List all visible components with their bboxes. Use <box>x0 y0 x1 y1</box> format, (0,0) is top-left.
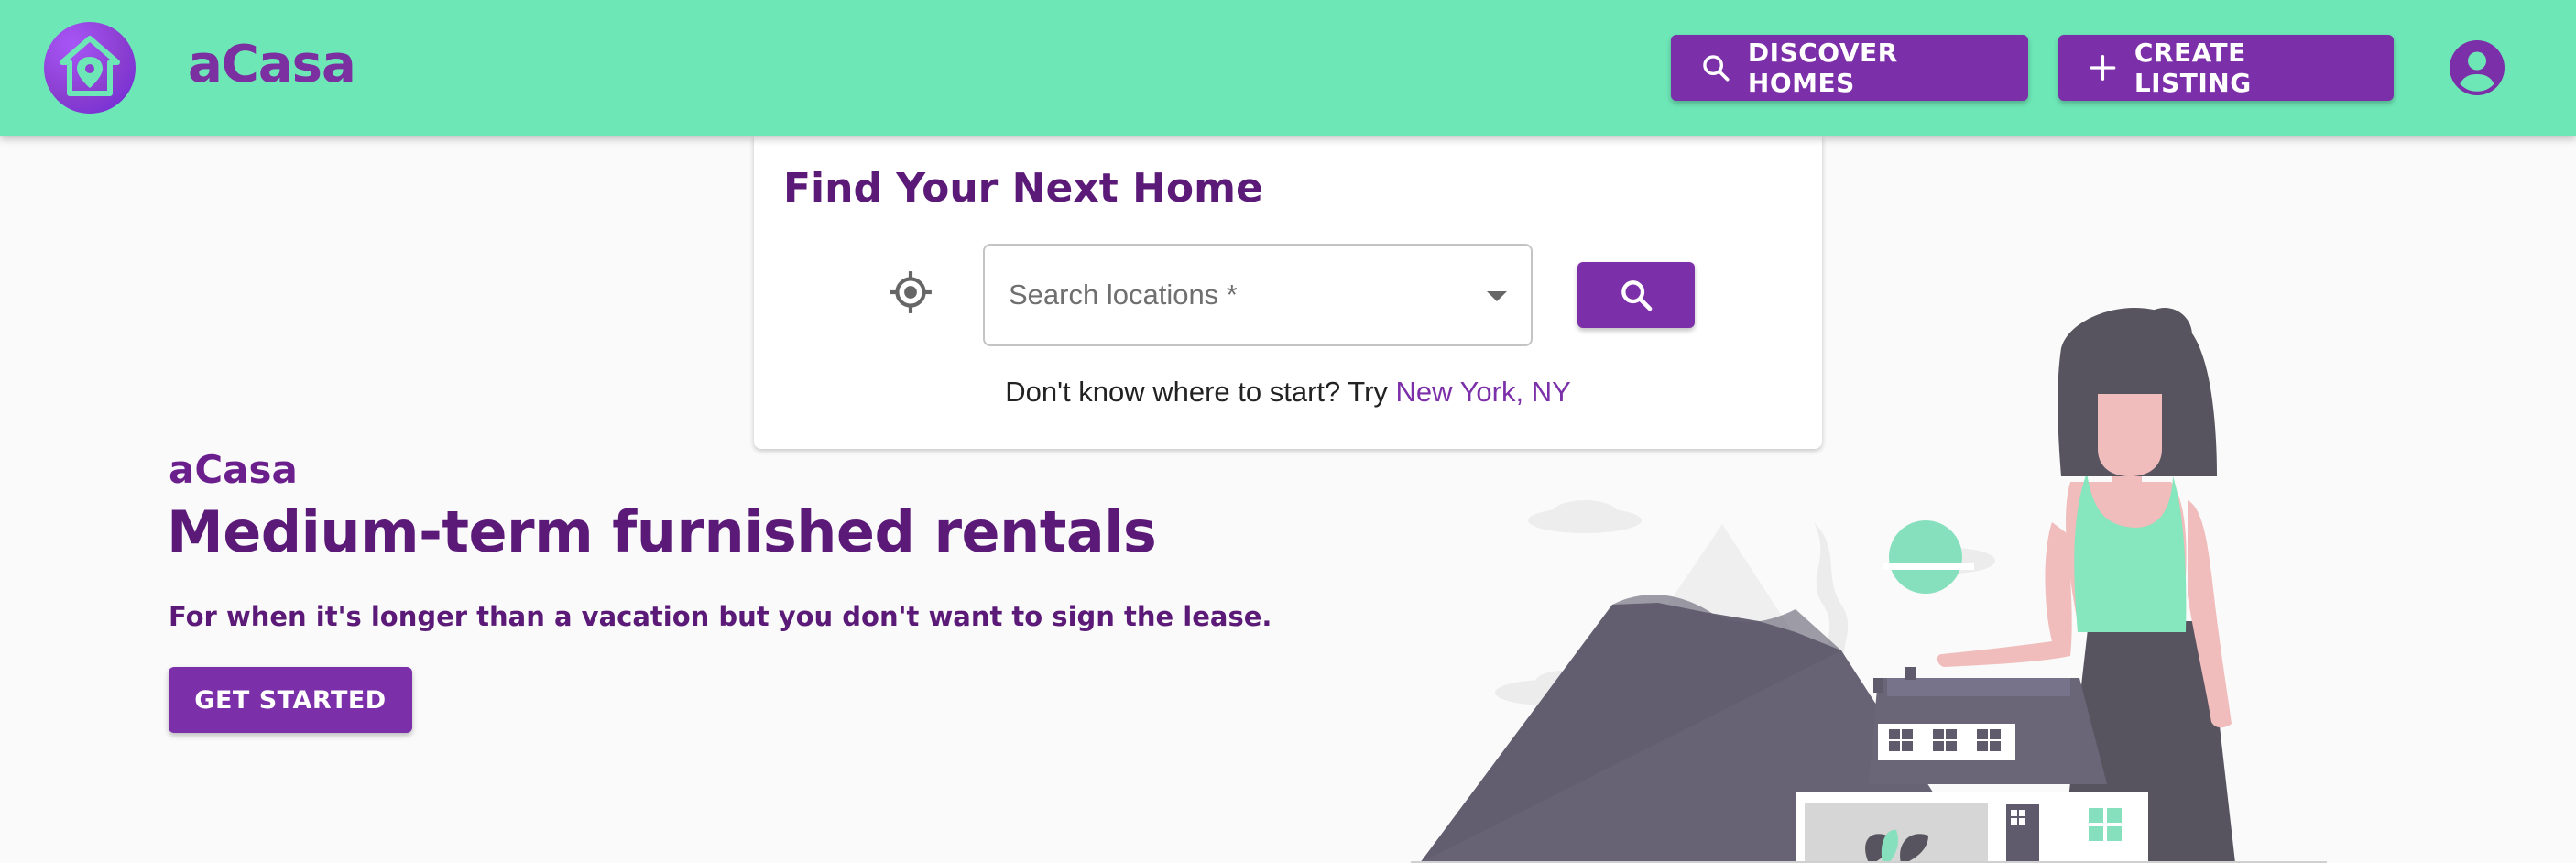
search-hint-text: Don't know where to start? Try <box>1005 376 1396 408</box>
plus-icon <box>2090 55 2116 81</box>
home-pin-icon[interactable] <box>44 22 136 114</box>
search-card-title: Find Your Next Home <box>783 165 1263 212</box>
search-locations-placeholder: Search locations * <box>1009 279 1238 311</box>
hero-title: Medium-term furnished rentals <box>167 498 1157 565</box>
discover-homes-button[interactable]: DISCOVER HOMES <box>1671 35 2028 101</box>
brand-name[interactable]: aCasa <box>188 35 356 94</box>
account-circle-icon[interactable] <box>2450 40 2505 95</box>
discover-homes-label: DISCOVER HOMES <box>1747 38 1898 98</box>
my-location-icon[interactable] <box>888 269 933 315</box>
get-started-button[interactable]: GET STARTED <box>169 667 412 733</box>
hero-subtitle: For when it's longer than a vacation but… <box>169 601 1272 632</box>
hero-illustration <box>1411 308 2327 863</box>
create-listing-label: CREATE LISTING <box>2134 38 2252 98</box>
hero-brand: aCasa <box>169 447 298 492</box>
create-listing-button[interactable]: CREATE LISTING <box>2058 35 2394 101</box>
app-header: aCasa DISCOVER HOMES CREATE LISTING <box>0 0 2576 136</box>
search-icon <box>1703 55 1730 82</box>
